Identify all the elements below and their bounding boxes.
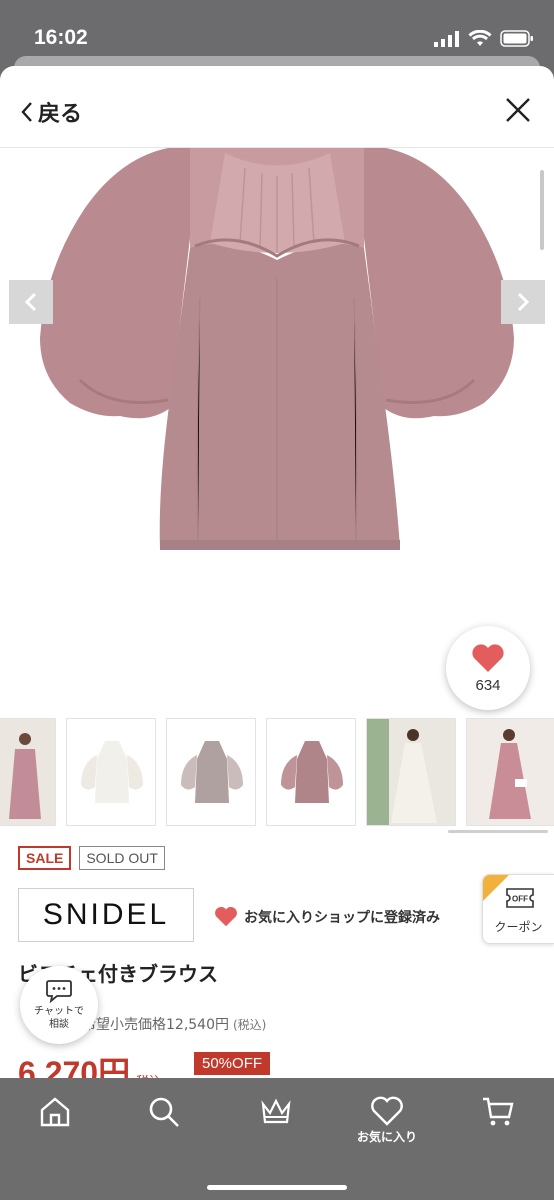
coupon-button[interactable]: OFF クーポン [482, 874, 554, 944]
status-icons [434, 30, 534, 47]
reference-price-tax: (税込) [233, 1018, 267, 1032]
thumbnail-image [467, 719, 554, 825]
crown-icon [261, 1098, 291, 1124]
battery-icon [500, 30, 533, 47]
back-label: 戻る [38, 102, 83, 127]
thumbnail-scroll-indicator [448, 830, 548, 833]
coupon-label: クーポン [494, 920, 543, 934]
tab-search[interactable] [124, 1096, 204, 1128]
coupon-icon: OFF [506, 888, 534, 908]
thumbnail-6[interactable] [466, 718, 554, 826]
thumbnail-image [167, 719, 255, 825]
heart-icon [215, 906, 237, 927]
home-indicator [207, 1185, 347, 1190]
signal-icon [434, 30, 459, 47]
chat-bubble-icon [46, 980, 72, 1003]
favorite-button[interactable]: 634 [446, 626, 530, 710]
tab-home[interactable] [15, 1096, 95, 1128]
heart-icon [472, 643, 504, 672]
reference-price-value: 希望小売価格12,540円 [82, 1017, 229, 1033]
thumbnail-2[interactable] [66, 718, 156, 826]
product-image-carousel[interactable] [0, 148, 554, 708]
tab-cart[interactable] [458, 1096, 538, 1128]
next-image-button[interactable] [501, 280, 545, 324]
heart-outline-icon [371, 1096, 403, 1126]
shop-favorite[interactable]: お気に入りショップに登録済み [214, 906, 440, 927]
nav-header: 戻る [0, 66, 554, 148]
brand-logo[interactable]: SNIDEL [18, 888, 194, 942]
badges: SALE SOLD OUT [18, 846, 165, 870]
blouse-image [40, 148, 514, 550]
chevron-right-icon [517, 292, 530, 312]
tab-bar: お気に入り [0, 1078, 554, 1200]
favorite-count: 634 [475, 676, 501, 694]
hero-scroll-indicator [540, 170, 544, 250]
thumbnail-image [367, 719, 455, 825]
sale-badge: SALE [18, 846, 72, 870]
shop-favorite-label: お気に入りショップに登録済み [244, 909, 440, 926]
product-sheet: 戻る 634 SALE SOLD OUT SNIDEL お気に入りショップに登録… [0, 66, 554, 1200]
thumbnail-image [267, 719, 355, 825]
chat-label-line2: 相談 [49, 1019, 69, 1030]
discount-badge: 50%OFF [194, 1052, 271, 1075]
status-time: 16:02 [34, 26, 88, 49]
search-icon [149, 1097, 179, 1127]
home-icon [40, 1097, 70, 1127]
wifi-icon [468, 30, 492, 46]
thumbnail-strip [0, 716, 554, 833]
tab-ranking[interactable] [236, 1096, 316, 1128]
thumbnail-3[interactable] [166, 718, 256, 826]
thumbnail-5[interactable] [366, 718, 456, 826]
tab-favorites-label: お気に入り [356, 1130, 417, 1144]
chevron-left-icon [21, 102, 32, 122]
prev-image-button[interactable] [9, 280, 53, 324]
chat-button[interactable]: チャットで 相談 [20, 966, 98, 1044]
close-icon[interactable] [504, 96, 532, 124]
thumbnail-image [0, 719, 55, 825]
chat-label-line1: チャットで [34, 1006, 84, 1017]
thumbnail-1[interactable] [0, 718, 56, 826]
cart-icon [483, 1097, 514, 1126]
chevron-left-icon [24, 292, 37, 312]
coupon-icon-text: OFF [512, 895, 528, 904]
back-button[interactable]: 戻る [20, 96, 82, 128]
status-bar: 16:02 [0, 0, 554, 62]
thumbnail-4[interactable] [266, 718, 356, 826]
thumbnail-image [67, 719, 155, 825]
sold-out-badge: SOLD OUT [79, 846, 165, 870]
tab-favorites[interactable]: お気に入り [347, 1096, 427, 1145]
